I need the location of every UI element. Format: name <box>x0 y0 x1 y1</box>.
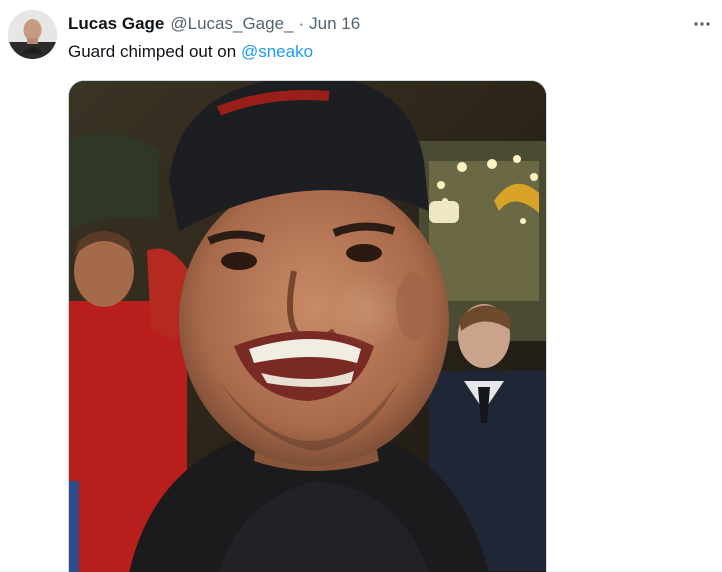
mention-link[interactable]: @sneako <box>241 42 313 61</box>
author-name[interactable]: Lucas Gage <box>68 13 164 35</box>
tweet-text-body: Guard chimped out on <box>68 42 241 61</box>
tweet-media-photo[interactable] <box>68 80 547 572</box>
more-options-button[interactable] <box>690 12 714 36</box>
tweet-header: Lucas Gage @Lucas_Gage_ · Jun 16 <box>68 13 360 35</box>
tweet-card[interactable]: Lucas Gage @Lucas_Gage_ · Jun 16 Guard c… <box>0 0 722 572</box>
tweet-text: Guard chimped out on @sneako <box>68 41 313 63</box>
tweet-date[interactable]: Jun 16 <box>309 13 360 35</box>
author-handle[interactable]: @Lucas_Gage_ <box>170 13 293 35</box>
more-horizontal-icon <box>694 22 710 26</box>
separator-dot: · <box>298 14 305 33</box>
photo-image <box>69 81 546 572</box>
author-avatar[interactable] <box>8 10 57 59</box>
